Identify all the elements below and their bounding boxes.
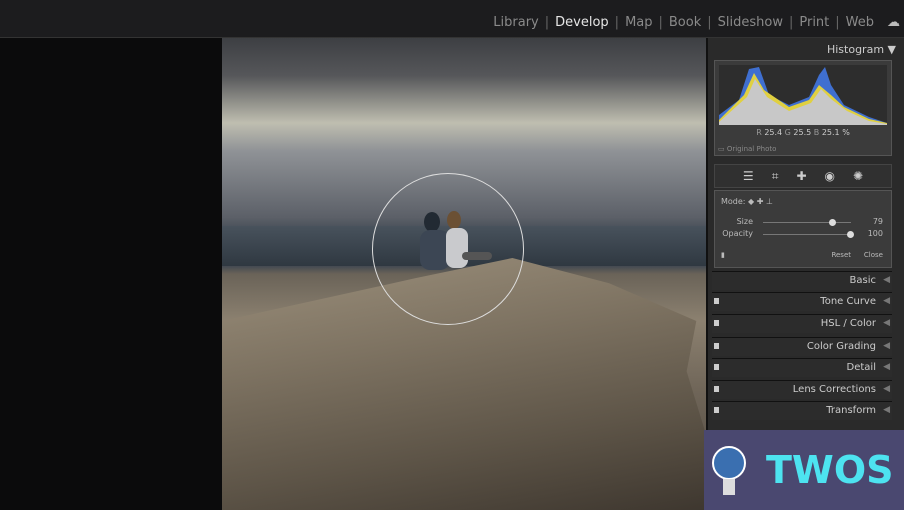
red-eye-icon[interactable]: ◉ — [825, 169, 835, 183]
module-picker: Library | Develop | Map | Book | Slideshow | … — [493, 15, 874, 30]
original-photo-toggle[interactable]: ▭ Original Photo — [718, 145, 776, 153]
top-bar: Library | Develop | Map | Book | Slideshow | … — [0, 0, 904, 38]
section-transform[interactable]: Transform ◀ — [712, 401, 892, 420]
module-develop[interactable]: Develop — [555, 15, 609, 30]
section-basic[interactable]: Basic ◀ — [712, 271, 892, 290]
cloud-icon[interactable]: ☁ — [887, 15, 900, 30]
module-print[interactable]: Print — [799, 15, 829, 30]
size-knob[interactable] — [829, 219, 836, 226]
mode-row: Mode: ◆ ✚ ⊥ — [721, 197, 897, 206]
watermark-text: TWOS — [766, 448, 894, 492]
opacity-knob[interactable] — [847, 231, 854, 238]
clone-icon[interactable]: ⊥ — [766, 197, 773, 206]
tool-strip: ☰ ⌗ ✚ ◉ ✺ — [714, 164, 892, 188]
size-value[interactable]: 79 — [873, 217, 883, 226]
size-slider[interactable] — [763, 219, 851, 226]
module-library[interactable]: Library — [493, 15, 538, 30]
opacity-label: Opacity — [722, 229, 753, 238]
heal-icon[interactable]: ✚ — [757, 197, 764, 206]
section-tone-curve[interactable]: Tone Curve ◀ — [712, 292, 892, 311]
spot-removal-brush[interactable] — [372, 173, 524, 325]
lightbulb-icon — [712, 446, 746, 495]
toggle-switch-icon[interactable]: ▮ — [721, 251, 725, 259]
histogram-graph — [719, 65, 887, 125]
module-book[interactable]: Book — [669, 15, 701, 30]
module-map[interactable]: Map — [625, 15, 652, 30]
size-label: Size — [736, 217, 753, 226]
rgb-readout: R 25.4 G 25.5 B 25.1 % — [756, 128, 850, 137]
content-aware-icon[interactable]: ◆ — [748, 197, 754, 206]
module-web[interactable]: Web — [846, 15, 874, 30]
section-detail[interactable]: Detail ◀ — [712, 358, 892, 377]
crop-icon[interactable]: ⌗ — [772, 169, 779, 184]
section-color-grading[interactable]: Color Grading ◀ — [712, 337, 892, 356]
histogram-header[interactable]: Histogram ▼ — [827, 43, 904, 56]
histogram-title: Histogram — [826, 43, 885, 56]
watermark-logo: TWOS — [704, 430, 904, 510]
module-slideshow[interactable]: Slideshow — [718, 15, 783, 30]
close-button[interactable]: Close — [864, 251, 883, 259]
photo-canvas[interactable] — [222, 38, 706, 510]
reset-button[interactable]: Reset — [831, 251, 851, 259]
section-hsl-color[interactable]: HSL / Color ◀ — [712, 314, 892, 333]
histogram: R 25.4 G 25.5 B 25.1 % ▭ Original Photo — [714, 60, 892, 156]
edit-sliders-icon[interactable]: ☰ — [743, 169, 754, 183]
section-lens-corrections[interactable]: Lens Corrections ◀ — [712, 380, 892, 399]
masking-icon[interactable]: ✺ — [853, 169, 863, 183]
opacity-value[interactable]: 100 — [868, 229, 883, 238]
healing-icon[interactable]: ✚ — [796, 169, 806, 183]
healing-panel: Mode: ◆ ✚ ⊥ Size 79 Opacity 100 ▮ Reset Clos… — [714, 190, 892, 268]
opacity-slider[interactable] — [763, 231, 854, 238]
left-panel — [0, 38, 222, 510]
mode-label: Mode: — [721, 197, 746, 206]
